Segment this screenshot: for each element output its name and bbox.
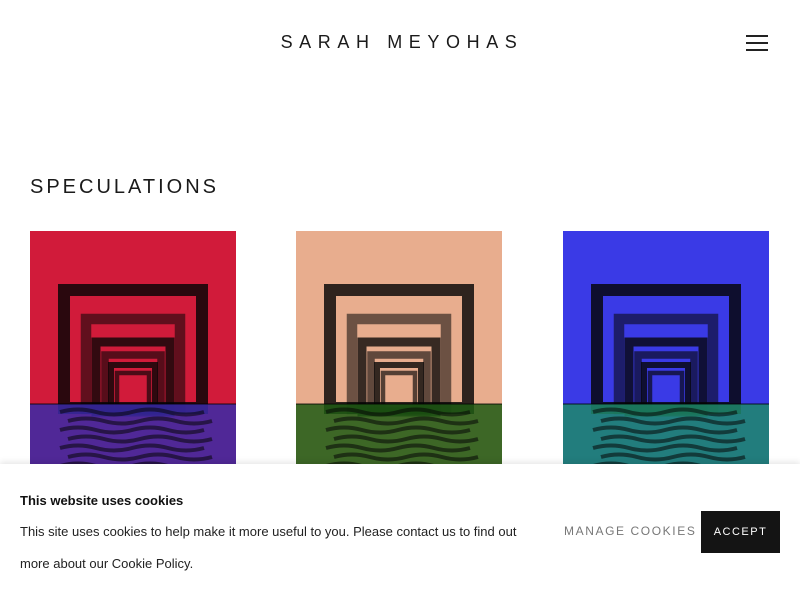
artwork-gallery bbox=[0, 231, 800, 471]
menu-line bbox=[746, 49, 768, 51]
cookie-policy-link[interactable]: Cookie Policy bbox=[112, 556, 190, 571]
artwork-thumbnail[interactable] bbox=[296, 231, 502, 471]
artwork-image bbox=[30, 231, 236, 471]
site-title[interactable]: SARAH MEYOHAS bbox=[0, 32, 800, 53]
cookie-text: This site uses cookies to help make it m… bbox=[20, 516, 530, 580]
manage-cookies-button[interactable]: MANAGE COOKIES bbox=[564, 524, 696, 538]
hamburger-menu-icon[interactable] bbox=[744, 34, 770, 52]
artwork-thumbnail[interactable] bbox=[30, 231, 236, 471]
cookie-message-end: . bbox=[189, 556, 194, 571]
accept-button[interactable]: ACCEPT bbox=[701, 511, 780, 553]
cookie-banner: This website uses cookies This site uses… bbox=[0, 464, 800, 600]
artwork-thumbnail[interactable] bbox=[563, 231, 769, 471]
artwork-image bbox=[563, 231, 769, 471]
menu-line bbox=[746, 35, 768, 37]
artwork-image bbox=[296, 231, 502, 471]
site-header: SARAH MEYOHAS bbox=[0, 0, 800, 86]
cookie-heading: This website uses cookies bbox=[20, 493, 184, 508]
page-title: SPECULATIONS bbox=[30, 176, 219, 198]
cookie-message: This site uses cookies to help make it m… bbox=[20, 524, 517, 571]
menu-line bbox=[746, 42, 768, 44]
